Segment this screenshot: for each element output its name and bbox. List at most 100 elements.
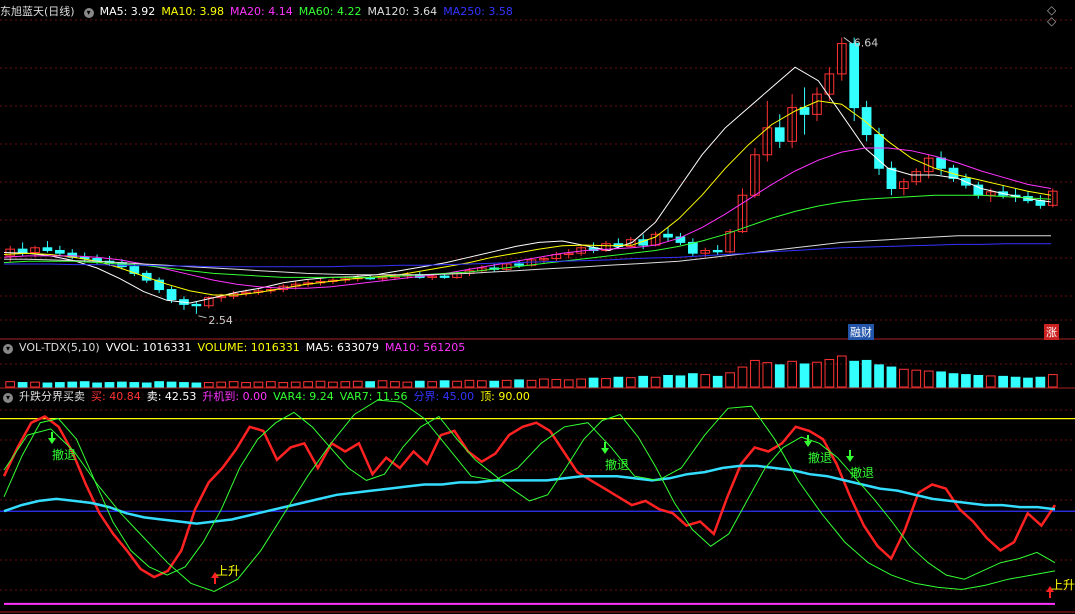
candle-body [712,249,723,253]
candle-body [886,167,897,189]
candle-body [166,289,177,301]
volume-bar [973,374,984,388]
volume-bar [1010,376,1021,388]
volume-bar [849,360,860,388]
volume-bar [1023,377,1033,388]
volume-bar [402,381,413,388]
volume-bar [923,370,934,388]
volume-bar [799,363,810,388]
osc-line-VAR7 [3,399,1056,593]
volume-bar [874,364,884,388]
rise-tag[interactable]: 涨 [1044,324,1059,340]
volume-bar [762,362,773,388]
volume-bar [563,379,574,388]
buy-signal-label: 上升 [216,564,240,578]
volume-bar [278,382,289,388]
volume-bar [67,381,78,388]
volume-bar [203,382,214,388]
volume-bar [712,375,723,388]
volume-bar [414,380,425,388]
volume-bar [42,382,53,388]
event-tag[interactable]: 融财 [848,324,874,340]
sell-signal-label: 撤退 [808,450,832,465]
volume-bar [92,382,102,388]
candle-body [861,107,872,136]
volume-bar [79,381,90,388]
volume-bar [551,378,562,388]
volume-bar [948,373,959,388]
volume-bar [216,381,227,388]
candle-body [191,303,202,307]
volume-bar [861,359,872,388]
volume-bar [675,375,686,388]
volume-bar [613,376,624,388]
volume-bar [191,382,202,388]
volume-bar [377,380,388,388]
volume-bar [625,377,636,388]
sell-arrow-icon [601,448,609,454]
volume-bar [390,381,400,388]
volume-bar [638,375,649,388]
volume-bar [899,368,909,388]
volume-bar [179,382,189,388]
volume-bar [464,379,475,388]
volume-bar [501,379,512,388]
volume-bar [439,380,450,388]
volume-bar [911,369,922,388]
volume-bar [55,382,65,388]
sell-signal-label: 撤退 [850,465,874,480]
candle-body [17,248,28,253]
candle-body [42,247,53,251]
volume-bar [427,381,438,388]
volume-bar [166,381,177,388]
volume-bar [539,378,549,388]
volume-bar [526,379,537,388]
volume-bar [836,355,847,388]
volume-bar [886,366,897,388]
candle-body [55,249,65,254]
volume-bar [700,374,711,388]
volume-bar [253,381,264,388]
volume-bar [1047,374,1058,388]
volume-bar [663,374,673,388]
volume-bar [141,382,152,388]
volume-bar [514,379,524,388]
annotation-arrow [198,315,207,319]
volume-bar [303,381,313,388]
volume-bar [17,382,28,388]
volume-bar [998,375,1008,388]
candle-body [514,263,524,266]
volume-bar [266,381,276,388]
event-tag-prefix: 融 [850,326,861,339]
volume-bar [340,381,351,388]
annotation-arrow [843,37,853,44]
volume-bar [5,381,16,388]
chart-canvas: 6.642.54撤退撤退 撤退撤退上升上升 [0,19,1075,613]
event-tag-text: 财 [861,326,872,339]
volume-bar [576,378,586,388]
volume-bar [129,382,140,388]
annotation-label: 6.64 [854,37,879,50]
sell-arrow-icon [48,438,56,444]
osc-line-卖 [3,464,1056,525]
volume-bar [725,372,735,388]
volume-bar [30,381,40,388]
buy-signal-label: 上升 [1051,578,1075,592]
sell-arrow-icon [804,441,812,447]
volume-bar [104,382,115,388]
candle-body [774,127,785,142]
sell-signal-label: 撤退 [52,447,76,462]
candle-body [439,275,450,278]
volume-bar [489,380,500,388]
volume-bar [1035,376,1046,388]
volume-bar [117,381,127,388]
candle-body [663,233,673,238]
volume-bar [352,380,363,388]
volume-bar [452,380,462,388]
volume-bar [985,375,996,388]
volume-bar [328,381,338,388]
volume-bar [737,366,748,388]
candle-body [849,43,860,109]
volume-bar [601,378,611,388]
volume-bar [787,360,797,388]
